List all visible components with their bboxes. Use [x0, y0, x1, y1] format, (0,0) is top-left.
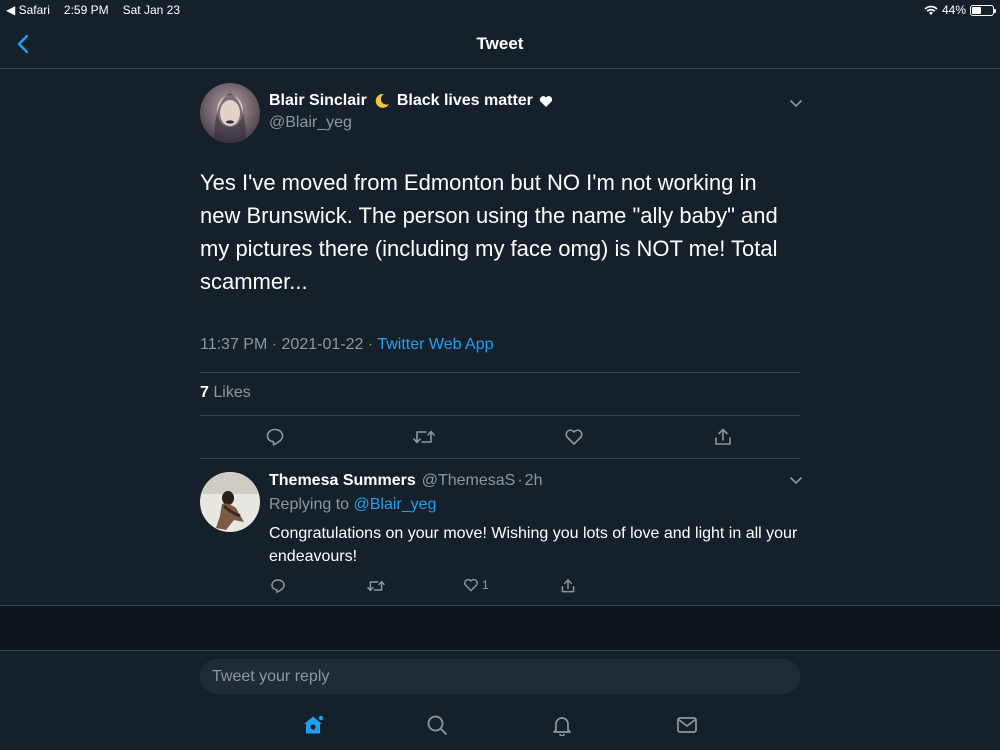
- reply-header-row: Themesa Summers @ThemesaS · 2h: [269, 472, 542, 490]
- author-name[interactable]: Blair Sinclair: [269, 92, 367, 110]
- reply-age: 2h: [524, 472, 543, 489]
- divider: [200, 415, 800, 416]
- meta-separator: ·: [367, 336, 374, 353]
- crescent-moon-icon: [375, 93, 389, 108]
- status-left: ◀ Safari 2:59 PM Sat Jan 23: [6, 3, 180, 17]
- author-avatar[interactable]: [200, 83, 260, 143]
- reply-author-avatar[interactable]: [200, 472, 260, 532]
- divider: [200, 372, 800, 373]
- notifications-icon: [553, 717, 571, 736]
- tweet-time: 11:37 PM: [200, 336, 268, 353]
- reply-author-name[interactable]: Themesa Summers: [269, 472, 416, 490]
- white-heart-icon: [539, 95, 553, 107]
- share-icon: [715, 428, 731, 445]
- reply-menu-chevron-icon[interactable]: [789, 476, 803, 486]
- battery-icon: [970, 4, 996, 16]
- likes-label: Likes: [213, 384, 251, 401]
- tweet-text: Yes I've moved from Edmonton but NO I'm …: [200, 170, 778, 294]
- meta-separator: ·: [271, 336, 278, 353]
- battery-fill: [972, 6, 981, 14]
- status-date: Sat Jan 23: [122, 3, 180, 17]
- reply-like-count: 1: [482, 578, 489, 592]
- author-name-row: Blair Sinclair Black lives matter: [269, 92, 553, 110]
- meta-separator: ·: [517, 472, 523, 489]
- reply-icon: [271, 579, 285, 593]
- replying-to-handle[interactable]: @Blair_yeg: [354, 496, 437, 513]
- replying-to-row: Replying to @Blair_yeg: [269, 496, 436, 514]
- retweet-icon: [413, 430, 435, 444]
- reply-icon: [266, 428, 284, 446]
- likes-row[interactable]: 7 Likes: [200, 384, 251, 402]
- heart-icon: [565, 429, 583, 445]
- like-button[interactable]: [561, 424, 587, 450]
- tweet-meta: 11:37 PM · 2021-01-22 · Twitter Web App: [200, 336, 494, 354]
- reply-reply-button[interactable]: [268, 576, 288, 596]
- share-icon: [561, 579, 575, 593]
- page-title: Tweet: [476, 34, 524, 53]
- share-button[interactable]: [710, 424, 736, 450]
- reply-compose-input[interactable]: Tweet your reply: [200, 659, 800, 694]
- divider: [200, 458, 800, 459]
- back-to-app[interactable]: ◀ Safari: [6, 3, 50, 17]
- reply-share-button[interactable]: [558, 576, 578, 596]
- heart-icon: [464, 578, 478, 592]
- retweet-icon: [367, 580, 385, 592]
- status-bar: ◀ Safari 2:59 PM Sat Jan 23 44%: [0, 0, 1000, 20]
- home-icon: [304, 715, 324, 734]
- reply-like-button[interactable]: 1: [463, 577, 489, 593]
- tab-bar: [0, 700, 1000, 750]
- tweet-source-link[interactable]: Twitter Web App: [377, 336, 493, 353]
- replying-to-label: Replying to: [269, 496, 350, 513]
- likes-count: 7: [200, 384, 209, 401]
- search-icon: [427, 715, 447, 735]
- status-right: 44%: [924, 3, 996, 17]
- reply-button[interactable]: [262, 424, 288, 450]
- tab-search[interactable]: [424, 712, 450, 738]
- wifi-icon: [924, 5, 938, 15]
- messages-icon: [677, 717, 697, 733]
- section-separator: [0, 605, 1000, 651]
- reply-retweet-button[interactable]: [366, 576, 386, 596]
- status-time: 2:59 PM: [63, 3, 109, 17]
- tab-home[interactable]: [300, 712, 326, 738]
- tweet-menu-chevron-icon[interactable]: [789, 99, 803, 109]
- reply-author-handle[interactable]: @ThemesaS: [422, 472, 516, 490]
- battery-percent: 44%: [941, 3, 966, 17]
- nav-bar: Tweet: [0, 20, 1000, 69]
- tweet-date: 2021-01-22: [281, 336, 364, 353]
- tab-messages[interactable]: [674, 712, 700, 738]
- author-name-suffix: Black lives matter: [396, 92, 533, 109]
- retweet-button[interactable]: [411, 424, 437, 450]
- tab-notifications[interactable]: [549, 712, 575, 738]
- reply-text: Congratulations on your move! Wishing yo…: [269, 525, 798, 565]
- author-handle[interactable]: @Blair_yeg: [269, 114, 352, 132]
